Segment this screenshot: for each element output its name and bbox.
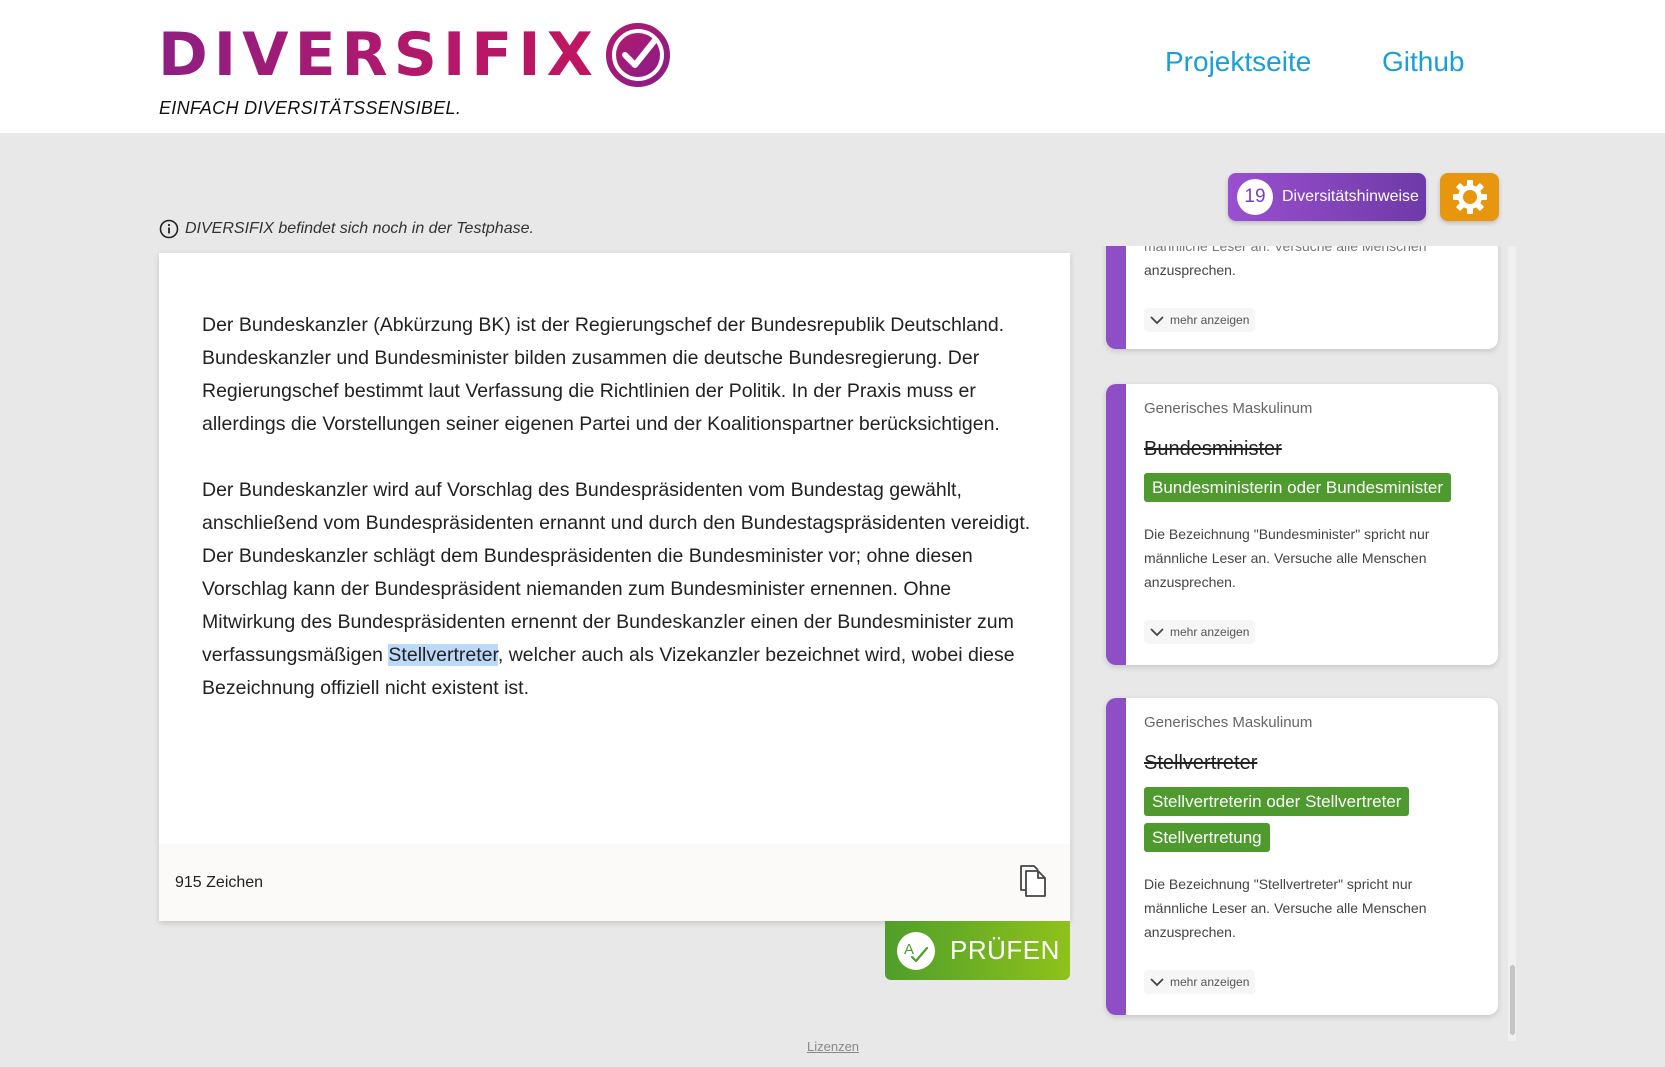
settings-button[interactable] [1440, 173, 1499, 221]
hints-label: Diversitätshinweise [1282, 188, 1419, 205]
hint-card: Generisches Maskulinum Bundesminister Bu… [1106, 384, 1498, 665]
paragraph-2-text-before: Der Bundeskanzler wird auf Vorschlag des… [202, 479, 1031, 666]
hint-description: Die Bezeichnung "Bundesminister" spricht… [1144, 526, 1430, 590]
hint-card: Generisches Maskulinum Stellvertreter St… [1106, 698, 1498, 1015]
hint-card: männliche Leser an. Versuche alle Mensch… [1106, 246, 1498, 349]
editor-text-area[interactable]: Der Bundeskanzler (Abkürzung BK) ist der… [202, 309, 1032, 738]
hint-card-accent [1106, 698, 1126, 1015]
suggestion-button[interactable]: Bundesministerin oder Bundesminister [1144, 473, 1452, 502]
show-more-label: mehr anzeigen [1170, 625, 1250, 639]
hint-description: Die Bezeichnung "Stellvertreter" spricht… [1144, 876, 1427, 940]
suggestion-button[interactable]: Stellvertretung [1144, 823, 1270, 852]
editor-paragraph-1: Der Bundeskanzler (Abkürzung BK) ist der… [202, 314, 1005, 435]
nav-github-link[interactable]: Github [1382, 46, 1465, 78]
show-more-button[interactable]: mehr anzeigen [1144, 308, 1256, 332]
copy-icon[interactable] [1019, 864, 1047, 898]
logo-check-icon [605, 23, 670, 87]
hints-scrollbar-thumb[interactable] [1510, 965, 1515, 1035]
header: DIVERSIFIX EINFACH DIVERSITÄTSSENSIBEL. … [0, 0, 1665, 133]
hint-flagged-word: Stellvertreter [1144, 752, 1258, 774]
chevron-down-icon [1150, 316, 1164, 325]
logo-text: DIVERSIFIX [158, 20, 599, 90]
text-editor[interactable]: Der Bundeskanzler (Abkürzung BK) ist der… [159, 253, 1070, 921]
hint-category: Generisches Maskulinum [1144, 714, 1313, 731]
info-text: DIVERSIFIX befindet sich noch in der Tes… [185, 220, 534, 237]
hint-category: Generisches Maskulinum [1144, 400, 1313, 417]
hint-card-accent [1106, 384, 1126, 665]
hint-description-partial: männliche Leser an. Versuche alle Mensch… [1144, 246, 1427, 254]
editor-paragraph-2: Der Bundeskanzler wird auf Vorschlag des… [202, 474, 1032, 705]
suggestion-button[interactable]: Stellvertreterin oder Stellvertreter [1144, 787, 1410, 816]
highlighted-word[interactable]: Stellvertreter [388, 644, 498, 666]
hints-scrollbar-track[interactable] [1508, 246, 1516, 1041]
chevron-down-icon [1150, 978, 1164, 987]
hint-card-accent [1106, 246, 1126, 349]
show-more-button[interactable]: mehr anzeigen [1144, 970, 1256, 994]
chevron-down-icon [1150, 628, 1164, 637]
gear-icon [1452, 180, 1487, 214]
hints-count-badge: 19 [1237, 179, 1273, 215]
diversity-hints-button[interactable]: 19 Diversitätshinweise [1228, 173, 1426, 221]
hint-flagged-word: Bundesminister [1144, 438, 1282, 460]
testphase-notice: DIVERSIFIX befindet sich noch in der Tes… [159, 219, 534, 239]
show-more-label: mehr anzeigen [1170, 975, 1250, 989]
show-more-label: mehr anzeigen [1170, 313, 1250, 327]
info-icon [159, 219, 179, 239]
check-button[interactable]: A PRÜFEN [885, 921, 1070, 980]
check-button-label: PRÜFEN [950, 935, 1060, 965]
tagline: EINFACH DIVERSITÄTSSENSIBEL. [159, 98, 462, 118]
character-count: 915 Zeichen [175, 874, 264, 891]
spellcheck-icon: A [897, 931, 935, 970]
hints-panel: männliche Leser an. Versuche alle Mensch… [1100, 246, 1522, 1041]
svg-text:A: A [904, 941, 914, 958]
editor-footer: 915 Zeichen [159, 844, 1070, 921]
show-more-button[interactable]: mehr anzeigen [1144, 620, 1256, 644]
licenses-link[interactable]: Lizenzen [807, 1039, 859, 1054]
hint-description: anzusprechen. [1144, 262, 1236, 278]
logo[interactable]: DIVERSIFIX [158, 20, 671, 90]
nav-project-page-link[interactable]: Projektseite [1165, 46, 1311, 78]
